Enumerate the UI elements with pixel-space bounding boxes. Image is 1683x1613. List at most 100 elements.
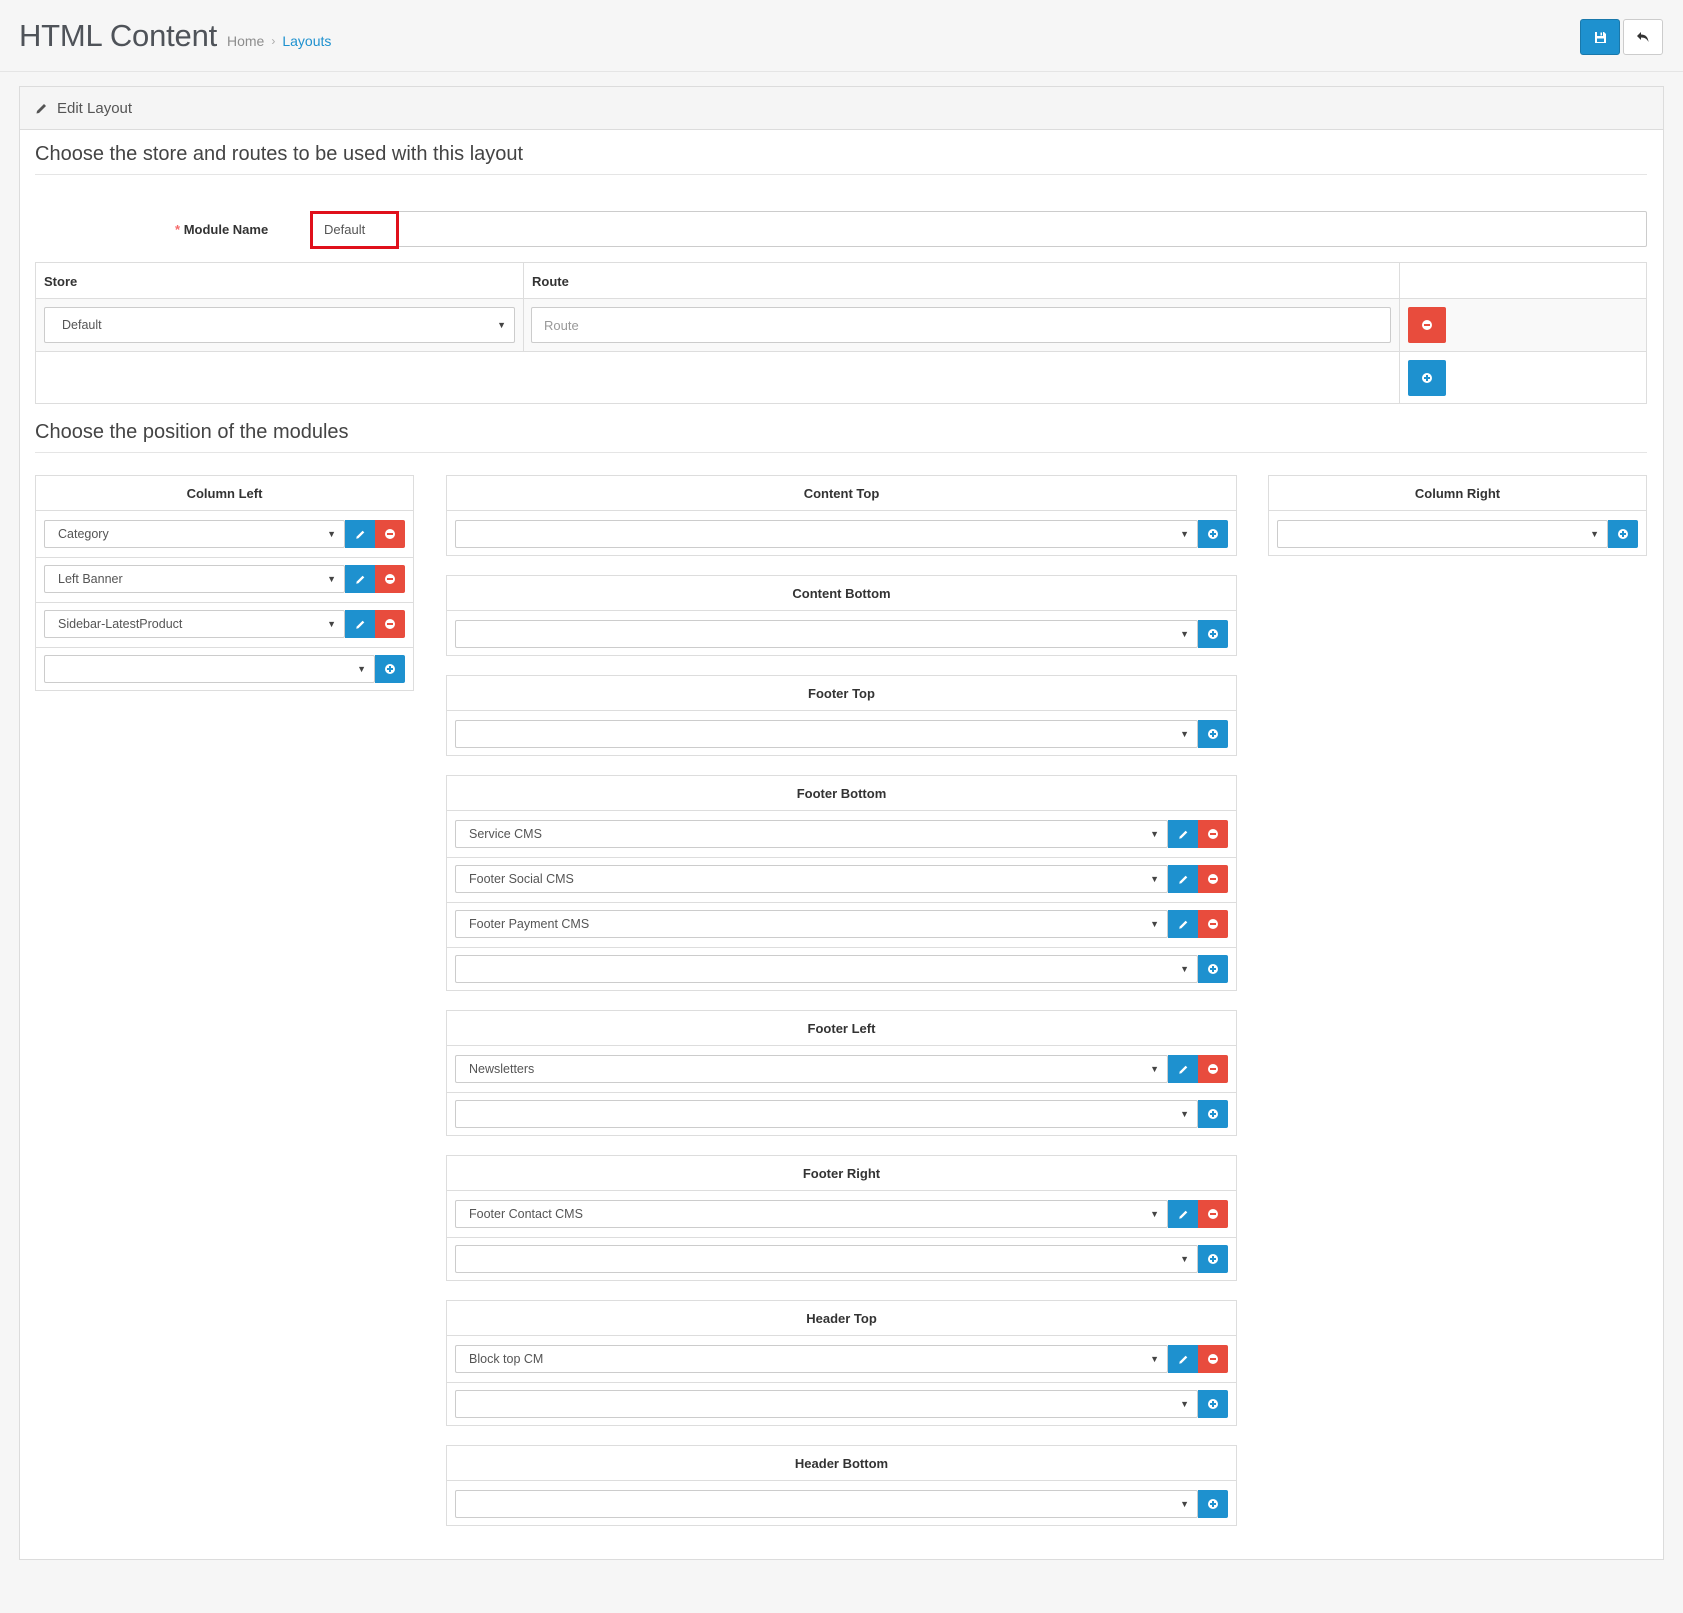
caret-down-icon: ▼ (497, 320, 506, 330)
minus-circle-icon (385, 529, 395, 539)
reply-icon (1637, 32, 1649, 42)
remove-module-button[interactable] (375, 520, 405, 548)
add-module-button[interactable] (1198, 1390, 1228, 1418)
column-left-module-select[interactable]: Sidebar-LatestProduct ▼ (44, 610, 345, 638)
column-left-add-module-select[interactable]: ▼ (44, 655, 375, 683)
footer-bottom-module-select[interactable]: Service CMS ▼ (455, 820, 1168, 848)
remove-module-button[interactable] (1198, 1055, 1228, 1083)
edit-module-button[interactable] (1168, 820, 1198, 848)
column-left-position: Column Left Category ▼ Left Banner ▼ Sidebar-… (35, 475, 414, 691)
module-select-value: Sidebar-LatestProduct (58, 617, 183, 631)
footer-left-add-module-select[interactable]: ▼ (455, 1100, 1198, 1128)
footer-bottom-module-select[interactable]: Footer Payment CMS ▼ (455, 910, 1168, 938)
add-module-button[interactable] (375, 655, 405, 683)
caret-down-icon: ▼ (1180, 1254, 1189, 1264)
minus-circle-icon (385, 574, 395, 584)
breadcrumb-home[interactable]: Home (227, 33, 264, 49)
plus-circle-icon (1208, 729, 1218, 739)
module-select-value: Footer Contact CMS (469, 1207, 583, 1221)
header-bottom-title: Header Bottom (447, 1446, 1236, 1481)
breadcrumb-separator: › (271, 34, 276, 48)
divider (447, 947, 1236, 948)
footer-bottom-module-select[interactable]: Footer Social CMS ▼ (455, 865, 1168, 893)
remove-module-button[interactable] (1198, 1345, 1228, 1373)
store-select-value: Default (62, 318, 102, 332)
edit-module-button[interactable] (1168, 1345, 1198, 1373)
footer-right-module-select[interactable]: Footer Contact CMS ▼ (455, 1200, 1168, 1228)
add-route-button[interactable] (1408, 360, 1446, 396)
remove-module-button[interactable] (1198, 910, 1228, 938)
edit-module-button[interactable] (1168, 910, 1198, 938)
divider (447, 1237, 1236, 1238)
edit-module-button[interactable] (1168, 865, 1198, 893)
header-top-add-module-select[interactable]: ▼ (455, 1390, 1198, 1418)
add-module-button[interactable] (1198, 720, 1228, 748)
footer-left-module-select[interactable]: Newsletters ▼ (455, 1055, 1168, 1083)
pencil-icon (1178, 920, 1187, 929)
module-select-value: Left Banner (58, 572, 123, 586)
remove-module-button[interactable] (1198, 865, 1228, 893)
add-module-button[interactable] (1198, 1490, 1228, 1518)
header-bottom-add-module-select[interactable]: ▼ (455, 1490, 1198, 1518)
content-bottom-position: Content Bottom ▼ (446, 575, 1237, 656)
content-bottom-add-module-select[interactable]: ▼ (455, 620, 1198, 648)
divider (447, 1092, 1236, 1093)
remove-module-button[interactable] (1198, 820, 1228, 848)
edit-module-button[interactable] (345, 610, 375, 638)
caret-down-icon: ▼ (1180, 1499, 1189, 1509)
footer-bottom-add-module-select[interactable]: ▼ (455, 955, 1198, 983)
remove-route-button[interactable] (1408, 307, 1446, 343)
route-input[interactable]: Route (531, 307, 1391, 343)
column-left-module-select[interactable]: Left Banner ▼ (44, 565, 345, 593)
remove-module-button[interactable] (375, 610, 405, 638)
column-right-position: Column Right ▼ (1268, 475, 1647, 556)
add-module-button[interactable] (1198, 1100, 1228, 1128)
add-module-button[interactable] (1608, 520, 1638, 548)
edit-module-button[interactable] (1168, 1200, 1198, 1228)
column-right-add-module-select[interactable]: ▼ (1277, 520, 1608, 548)
content-top-add-module-select[interactable]: ▼ (455, 520, 1198, 548)
store-header: Store (44, 274, 78, 289)
edit-module-button[interactable] (345, 520, 375, 548)
footer-right-title: Footer Right (447, 1156, 1236, 1191)
caret-down-icon: ▼ (327, 574, 336, 584)
edit-layout-panel: Edit Layout Choose the store and routes … (19, 86, 1664, 1560)
remove-module-button[interactable] (1198, 1200, 1228, 1228)
footer-right-position: Footer Right Footer Contact CMS ▼ ▼ (446, 1155, 1237, 1281)
header-top-module-select[interactable]: Block top CM ▼ (455, 1345, 1168, 1373)
pencil-icon (1178, 1355, 1187, 1364)
footer-top-add-module-select[interactable]: ▼ (455, 720, 1198, 748)
breadcrumb-layouts[interactable]: Layouts (282, 33, 331, 49)
page-title: HTML Content (19, 18, 218, 53)
minus-circle-icon (1208, 1064, 1218, 1074)
divider (36, 557, 413, 558)
save-button[interactable] (1580, 19, 1620, 55)
plus-circle-icon (1208, 529, 1218, 539)
divider (36, 602, 413, 603)
add-module-button[interactable] (1198, 955, 1228, 983)
caret-down-icon: ▼ (1150, 829, 1159, 839)
module-name-input[interactable]: Default (311, 211, 1647, 247)
add-module-button[interactable] (1198, 520, 1228, 548)
pencil-icon (1178, 1210, 1187, 1219)
header-top-title: Header Top (447, 1301, 1236, 1336)
save-icon (1594, 31, 1606, 43)
column-left-title: Column Left (36, 476, 413, 511)
remove-module-button[interactable] (375, 565, 405, 593)
footer-right-add-module-select[interactable]: ▼ (455, 1245, 1198, 1273)
add-module-button[interactable] (1198, 620, 1228, 648)
caret-down-icon: ▼ (1150, 1354, 1159, 1364)
minus-circle-icon (1422, 320, 1432, 330)
back-button[interactable] (1623, 19, 1663, 55)
caret-down-icon: ▼ (1180, 964, 1189, 974)
store-select[interactable]: Default ▼ (44, 307, 515, 343)
edit-module-button[interactable] (1168, 1055, 1198, 1083)
module-name-label-text: Module Name (183, 222, 269, 237)
route-placeholder: Route (544, 317, 579, 333)
add-module-button[interactable] (1198, 1245, 1228, 1273)
caret-down-icon: ▼ (1590, 529, 1599, 539)
plus-circle-icon (1618, 529, 1628, 539)
edit-module-button[interactable] (345, 565, 375, 593)
plus-circle-icon (1208, 1254, 1218, 1264)
column-left-module-select[interactable]: Category ▼ (44, 520, 345, 548)
